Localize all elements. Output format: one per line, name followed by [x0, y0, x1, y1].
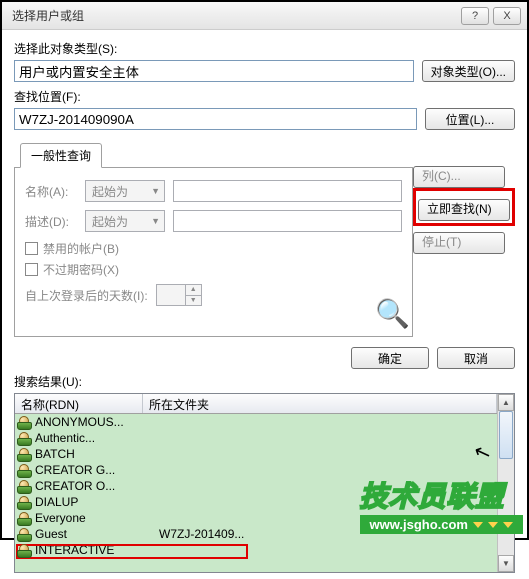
ok-button[interactable]: 确定 [351, 347, 429, 369]
cell-name: CREATOR O... [35, 479, 159, 493]
triangle-icon [473, 522, 483, 528]
user-icon [17, 511, 33, 525]
grid-header: 名称(RDN) 所在文件夹 [15, 394, 497, 414]
name-label: 名称(A): [25, 183, 85, 200]
chevron-up-icon: ▲ [185, 285, 201, 296]
tab-general-query[interactable]: 一般性查询 [20, 143, 102, 168]
object-type-field[interactable] [14, 60, 414, 82]
location-label: 查找位置(F): [14, 88, 515, 105]
cell-name: Everyone [35, 511, 159, 525]
checkbox-icon [25, 263, 38, 276]
user-icon [17, 479, 33, 493]
col-folder[interactable]: 所在文件夹 [143, 394, 497, 413]
user-icon [17, 527, 33, 541]
cell-name: Authentic... [35, 431, 159, 445]
side-buttons: 列(C)... 立即查找(N) 停止(T) [413, 160, 515, 254]
findnow-highlight: 立即查找(N) [413, 188, 515, 226]
object-type-label: 选择此对象类型(S): [14, 40, 515, 57]
scroll-down-button[interactable]: ▼ [498, 555, 514, 572]
cell-name: INTERACTIVE [35, 543, 159, 557]
user-icon [17, 543, 33, 557]
cell-name: ANONYMOUS... [35, 415, 159, 429]
watermark: 技术员联盟 www.jsgho.com [360, 475, 523, 534]
query-tabs: 一般性查询 名称(A): 起始为▼ 描述(D): [14, 142, 413, 337]
user-icon [17, 463, 33, 477]
chevron-down-icon: ▼ [151, 186, 160, 196]
watermark-url: www.jsgho.com [360, 515, 523, 534]
desc-label: 描述(D): [25, 213, 85, 230]
checkbox-icon [25, 242, 38, 255]
window-title: 选择用户或组 [12, 7, 457, 24]
object-type-button[interactable]: 对象类型(O)... [422, 60, 515, 82]
stop-button[interactable]: 停止(T) [413, 232, 505, 254]
name-mode-combo[interactable]: 起始为▼ [85, 180, 165, 202]
scroll-up-button[interactable]: ▲ [498, 394, 514, 411]
chevron-down-icon: ▼ [185, 296, 201, 306]
cancel-button[interactable]: 取消 [437, 347, 515, 369]
user-icon [17, 495, 33, 509]
lastlogin-label: 自上次登录后的天数(I): [25, 287, 148, 304]
tab-panel: 名称(A): 起始为▼ 描述(D): 起始为▼ [14, 167, 413, 337]
find-now-button[interactable]: 立即查找(N) [418, 199, 510, 221]
desc-mode-combo[interactable]: 起始为▼ [85, 210, 165, 232]
titlebar: 选择用户或组 ? X [2, 2, 527, 30]
columns-button[interactable]: 列(C)... [413, 166, 505, 188]
results-label: 搜索结果(U): [14, 373, 515, 390]
chevron-down-icon: ▼ [151, 216, 160, 226]
name-input[interactable] [173, 180, 402, 202]
noexpire-password-checkbox[interactable]: 不过期密码(X) [25, 261, 402, 278]
desc-input[interactable] [173, 210, 402, 232]
user-icon [17, 431, 33, 445]
triangle-icon [488, 522, 498, 528]
user-icon [17, 447, 33, 461]
table-row[interactable]: Authentic... [15, 430, 497, 446]
days-spinner[interactable]: ▲▼ [156, 284, 202, 306]
table-row[interactable]: BATCH [15, 446, 497, 462]
cell-name: CREATOR G... [35, 463, 159, 477]
disabled-accounts-checkbox[interactable]: 禁用的帐户(B) [25, 240, 402, 257]
cell-name: BATCH [35, 447, 159, 461]
table-row[interactable]: ANONYMOUS... [15, 414, 497, 430]
location-button[interactable]: 位置(L)... [425, 108, 515, 130]
user-icon [17, 415, 33, 429]
location-field[interactable] [14, 108, 417, 130]
table-row[interactable]: INTERACTIVE [15, 542, 497, 558]
cell-name: Guest [35, 527, 159, 541]
search-icon: 🔍 [375, 297, 410, 330]
watermark-text: 技术员联盟 [360, 475, 523, 515]
cell-name: DIALUP [35, 495, 159, 509]
close-button[interactable]: X [493, 7, 521, 25]
col-name[interactable]: 名称(RDN) [15, 394, 143, 413]
scroll-thumb[interactable] [499, 411, 513, 459]
triangle-icon [503, 522, 513, 528]
help-button[interactable]: ? [461, 7, 489, 25]
